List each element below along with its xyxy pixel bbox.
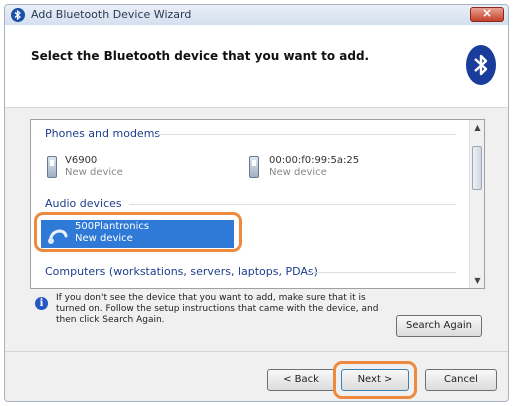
wizard-header: Select the Bluetooth device that you wan…	[5, 25, 508, 108]
group-computers: Computers (workstations, servers, laptop…	[45, 265, 318, 278]
info-message: If you don't see the device that you wan…	[56, 293, 379, 325]
close-icon: ×	[481, 6, 493, 20]
scroll-up-arrow-icon[interactable]: ▲	[470, 120, 484, 135]
device-list[interactable]: Phones and modems V6900 New device 00:00…	[30, 119, 485, 289]
info-icon: i	[35, 297, 48, 310]
group-divider	[156, 134, 456, 135]
window-title: Add Bluetooth Device Wizard	[31, 8, 192, 21]
group-divider	[129, 204, 456, 205]
list-scrollbar[interactable]: ▲ ▼	[469, 120, 484, 288]
footer-divider	[5, 351, 508, 352]
cancel-button[interactable]: Cancel	[425, 369, 497, 391]
group-divider	[311, 272, 456, 273]
search-again-button[interactable]: Search Again	[396, 315, 482, 337]
wizard-window: Add Bluetooth Device Wizard × Select the…	[4, 4, 509, 402]
scrollbar-thumb[interactable]	[472, 146, 482, 190]
title-bar: Add Bluetooth Device Wizard ×	[5, 5, 508, 26]
scroll-down-arrow-icon[interactable]: ▼	[470, 273, 484, 288]
group-audio-devices: Audio devices	[45, 197, 122, 210]
group-phones-and-modems: Phones and modems	[45, 127, 161, 140]
back-button[interactable]: < Back	[267, 369, 335, 391]
page-heading: Select the Bluetooth device that you wan…	[31, 49, 370, 63]
close-button[interactable]: ×	[470, 6, 504, 22]
phone-icon	[47, 156, 57, 178]
device-name: V6900	[65, 155, 98, 166]
bluetooth-logo-icon	[466, 45, 496, 85]
bluetooth-small-icon	[11, 8, 25, 22]
device-status: New device	[65, 167, 123, 178]
device-status: New device	[269, 167, 327, 178]
phone-icon	[249, 156, 259, 178]
highlight-ring	[333, 361, 417, 399]
highlight-ring	[34, 212, 242, 252]
device-name: 00:00:f0:99:5a:25	[269, 155, 360, 166]
